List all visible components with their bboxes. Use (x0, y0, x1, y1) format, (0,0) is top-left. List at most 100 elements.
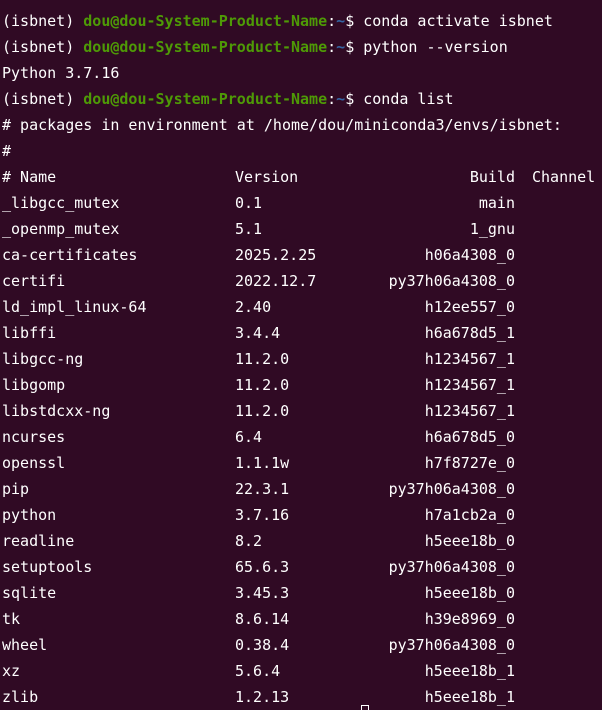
package-row: openssl 1.1.1w h7f8727e_0 (2, 450, 602, 476)
column-header-row: # Name Version Build Channel (2, 164, 602, 190)
package-build: h5eee18b_1 (424, 662, 515, 680)
package-build: h6a678d5_0 (424, 428, 515, 446)
prompt-path: ~ (336, 90, 346, 108)
package-row: tk 8.6.14 h39e8969_0 (2, 606, 602, 632)
package-row: setuptools 65.6.3 py37h06a4308_0 (2, 554, 602, 580)
package-version: 8.6.14 (235, 610, 290, 628)
package-name: openssl (2, 454, 66, 472)
package-version: 22.3.1 (235, 480, 290, 498)
package-version: 3.45.3 (235, 584, 290, 602)
package-row: sqlite 3.45.3 h5eee18b_0 (2, 580, 602, 606)
package-version: 3.7.16 (235, 506, 290, 524)
package-version: 8.2 (235, 532, 263, 550)
package-name: setuptools (2, 558, 93, 576)
package-build: h5eee18b_0 (424, 532, 515, 550)
package-name: python (2, 506, 57, 524)
prompt-line-3: (isbnet) dou@dou-System-Product-Name:~$ … (2, 86, 454, 112)
package-row: wheel 0.38.4 py37h06a4308_0 (2, 632, 602, 658)
prompt-sep: : (327, 38, 337, 56)
package-version: 2.40 (235, 298, 272, 316)
column-header-name: # Name (2, 168, 57, 186)
package-version: 11.2.0 (235, 350, 290, 368)
package-row: ca-certificates 2025.2.25 h06a4308_0 (2, 242, 602, 268)
package-name: ld_impl_linux-64 (2, 298, 147, 316)
package-name: libstdcxx-ng (2, 402, 111, 420)
package-name: libgomp (2, 376, 66, 394)
package-version: 1.2.13 (235, 688, 290, 706)
package-name: wheel (2, 636, 48, 654)
package-version: 0.38.4 (235, 636, 290, 654)
text-cursor (361, 705, 369, 710)
package-name: tk (2, 610, 21, 628)
command-text: python --version (363, 38, 508, 56)
prompt-env: (isbnet) (2, 12, 75, 30)
terminal-window[interactable]: (isbnet) dou@dou-System-Product-Name:~$ … (0, 0, 602, 710)
package-row: ncurses 6.4 h6a678d5_0 (2, 424, 602, 450)
package-name: xz (2, 662, 21, 680)
package-build: h7a1cb2a_0 (424, 506, 515, 524)
package-name: pip (2, 480, 30, 498)
package-build: py37h06a4308_0 (388, 558, 515, 576)
prompt-sep: : (327, 90, 337, 108)
prompt-line-1: (isbnet) dou@dou-System-Product-Name:~$ … (2, 8, 553, 34)
package-row: libstdcxx-ng 11.2.0 h1234567_1 (2, 398, 602, 424)
package-name: certifi (2, 272, 66, 290)
package-row: libgomp 11.2.0 h1234567_1 (2, 372, 602, 398)
hash-line: # (2, 142, 12, 160)
column-header-version: Version (235, 168, 299, 186)
package-build: h6a678d5_1 (424, 324, 515, 342)
package-row: xz 5.6.4 h5eee18b_1 (2, 658, 602, 684)
package-build: h5eee18b_0 (424, 584, 515, 602)
package-build: py37h06a4308_0 (388, 272, 515, 290)
package-name: readline (2, 532, 75, 550)
package-version: 65.6.3 (235, 558, 290, 576)
package-build: py37h06a4308_0 (388, 636, 515, 654)
column-header-build: Build (469, 168, 515, 186)
package-build: h7f8727e_0 (424, 454, 515, 472)
package-version: 2025.2.25 (235, 246, 317, 264)
package-version: 0.1 (235, 194, 263, 212)
package-row: zlib 1.2.13 h5eee18b_1 (2, 684, 602, 710)
package-row: readline 8.2 h5eee18b_0 (2, 528, 602, 554)
prompt-path: ~ (336, 12, 346, 30)
prompt-user: dou@dou-System-Product-Name (83, 90, 328, 108)
prompt-dollar: $ (345, 38, 355, 56)
package-name: _openmp_mutex (2, 220, 120, 238)
package-build: py37h06a4308_0 (388, 480, 515, 498)
package-build: h1234567_1 (424, 350, 515, 368)
package-name: _libgcc_mutex (2, 194, 120, 212)
package-row: libffi 3.4.4 h6a678d5_1 (2, 320, 602, 346)
python-version-output: Python 3.7.16 (2, 64, 120, 82)
package-row: _libgcc_mutex 0.1 main (2, 190, 602, 216)
prompt-dollar: $ (345, 90, 355, 108)
package-build: h39e8969_0 (424, 610, 515, 628)
prompt-user: dou@dou-System-Product-Name (83, 38, 328, 56)
package-build: h1234567_1 (424, 402, 515, 420)
package-build: h06a4308_0 (424, 246, 515, 264)
package-row: libgcc-ng 11.2.0 h1234567_1 (2, 346, 602, 372)
env-header-line: # packages in environment at /home/dou/m… (2, 116, 562, 134)
prompt-user: dou@dou-System-Product-Name (83, 12, 328, 30)
command-text: conda list (363, 90, 454, 108)
prompt-sep: : (327, 12, 337, 30)
prompt-line-2: (isbnet) dou@dou-System-Product-Name:~$ … (2, 34, 508, 60)
package-version: 6.4 (235, 428, 263, 446)
package-build: h5eee18b_1 (424, 688, 515, 706)
package-version: 2022.12.7 (235, 272, 317, 290)
package-build: main (478, 194, 515, 212)
package-build: h1234567_1 (424, 376, 515, 394)
prompt-path: ~ (336, 38, 346, 56)
package-name: libffi (2, 324, 57, 342)
package-version: 11.2.0 (235, 402, 290, 420)
package-name: zlib (2, 688, 39, 706)
package-version: 5.1 (235, 220, 263, 238)
command-text: conda activate isbnet (363, 12, 553, 30)
package-build: 1_gnu (469, 220, 515, 238)
package-row: _openmp_mutex 5.1 1_gnu (2, 216, 602, 242)
package-row: pip 22.3.1 py37h06a4308_0 (2, 476, 602, 502)
prompt-env: (isbnet) (2, 38, 75, 56)
prompt-dollar: $ (345, 12, 355, 30)
package-name: ncurses (2, 428, 66, 446)
package-version: 3.4.4 (235, 324, 281, 342)
package-name: sqlite (2, 584, 57, 602)
